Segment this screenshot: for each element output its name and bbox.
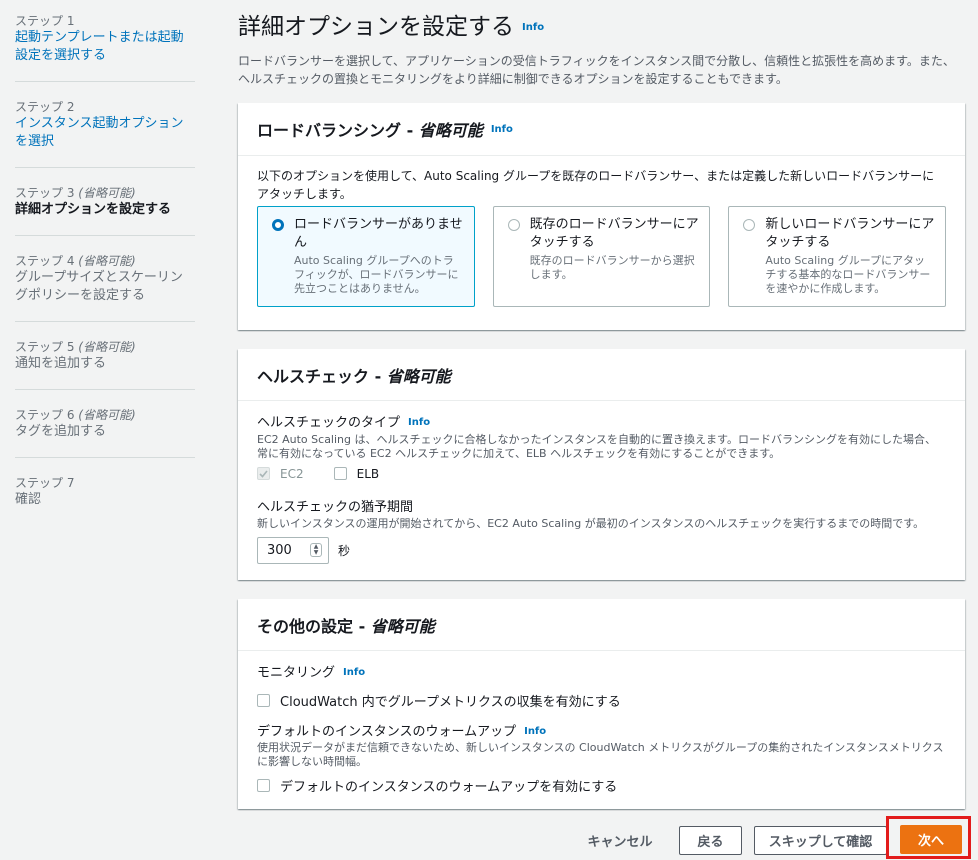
ec2-label: EC2 <box>280 466 304 481</box>
page-title-text: 詳細オプションを設定する <box>238 14 514 40</box>
monitoring-label: モニタリング Info <box>257 665 366 681</box>
option-description: Auto Scaling グループへのトラフィックが、ロードバランサーに先立つこ… <box>294 254 459 295</box>
step-number: ステップ 7 <box>15 476 75 490</box>
radio-button[interactable] <box>507 219 520 231</box>
step-6-title: タグを追加する <box>15 424 107 439</box>
cloudwatch-metrics-label: CloudWatch 内でグループメトリクスの収集を有効にする <box>280 694 621 710</box>
step-number: ステップ 2 <box>15 100 75 114</box>
step-7-title: 確認 <box>15 492 42 507</box>
step-5: ステップ 5 (省略可能) 通知を追加する <box>15 336 195 390</box>
step-6: ステップ 6 (省略可能) タグを追加する <box>15 404 195 458</box>
main-content: 詳細オプションを設定する Info ロードバランサーを選択して、アプリケーションの… <box>238 0 965 809</box>
option-description: Auto Scaling グループにアタッチする基本的なロードバランサーを速やか… <box>765 254 931 295</box>
health-check-type-description: EC2 Auto Scaling は、ヘルスチェックに合格しなかったインスタンス… <box>257 432 936 460</box>
grace-period-description: 新しいインスタンスの運用が開始されてから、EC2 Auto Scaling が最… <box>257 516 925 530</box>
option-new-load-balancer[interactable]: 新しいロードバランサーにアタッチする Auto Scaling グループにアタッ… <box>728 206 947 307</box>
step-1[interactable]: ステップ 1 起動テンプレートまたは起動設定を選択する <box>15 10 195 82</box>
step-number: ステップ 4 (省略可能) <box>15 254 136 268</box>
ec2-checkbox <box>257 467 270 480</box>
info-link[interactable]: Info <box>343 667 365 678</box>
step-2[interactable]: ステップ 2 インスタンス起動オプションを選択 <box>15 96 195 168</box>
grace-period-label: ヘルスチェックの猶予期間 <box>257 499 414 515</box>
panel-header: ロードバランシング - 省略可能 Info <box>238 103 965 156</box>
step-4: ステップ 4 (省略可能) グループサイズとスケーリングポリシーを設定する <box>15 250 195 322</box>
panel-header: その他の設定 - 省略可能 <box>238 599 965 651</box>
radio-button-selected[interactable] <box>272 219 284 231</box>
cancel-button[interactable]: キャンセル <box>579 826 661 855</box>
option-title: ロードバランサーがありません <box>294 217 463 250</box>
info-link[interactable]: Info <box>522 22 544 33</box>
step-1-link[interactable]: 起動テンプレートまたは起動設定を選択する <box>15 29 195 65</box>
warmup-checkbox[interactable] <box>257 779 270 792</box>
info-link[interactable]: Info <box>491 124 513 135</box>
skip-to-review-button[interactable]: スキップして確認 <box>754 826 887 855</box>
step-5-title: 通知を追加する <box>15 356 107 371</box>
load-balancing-description: 以下のオプションを使用して、Auto Scaling グループを既存のロードバラ… <box>257 169 935 201</box>
option-existing-load-balancer[interactable]: 既存のロードバランサーにアタッチする 既存のロードバランサーから選択します。 <box>492 206 711 307</box>
warmup-checkbox-row: デフォルトのインスタンスのウォームアップを有効にする <box>257 776 946 795</box>
load-balancing-panel: ロードバランシング - 省略可能 Info 以下のオプションを使用して、Auto… <box>238 103 965 330</box>
radio-button[interactable] <box>743 219 756 231</box>
elb-label: ELB <box>356 466 380 481</box>
warmup-checkbox-label: デフォルトのインスタンスのウォームアップを有効にする <box>280 780 618 795</box>
cloudwatch-checkbox-row: CloudWatch 内でグループメトリクスの収集を有効にする <box>257 691 946 710</box>
step-2-link[interactable]: インスタンス起動オプションを選択 <box>15 115 195 151</box>
elb-checkbox[interactable] <box>333 467 347 480</box>
grace-period-input[interactable]: 300 ▲ ▼ <box>257 536 329 564</box>
panel-title: その他の設定 - 省略可能 <box>257 616 435 636</box>
elb-checkbox-row: ELB <box>333 466 380 481</box>
info-link[interactable]: Info <box>524 726 546 737</box>
info-link[interactable]: Info <box>408 417 430 428</box>
step-number: ステップ 6 (省略可能) <box>15 408 136 422</box>
option-no-load-balancer[interactable]: ロードバランサーがありません Auto Scaling グループへのトラフィック… <box>257 206 475 307</box>
check-icon <box>259 469 268 478</box>
panel-title: ロードバランシング - 省略可能 <box>257 121 483 140</box>
step-number: ステップ 1 <box>15 14 75 28</box>
option-title: 新しいロードバランサーにアタッチする <box>765 217 935 250</box>
page-title: 詳細オプションを設定する Info <box>238 13 965 42</box>
option-title: 既存のロードバランサーにアタッチする <box>529 217 699 250</box>
grace-period-unit: 秒 <box>338 543 351 558</box>
panel-header: ヘルスチェック - 省略可能 <box>238 349 965 401</box>
cloudwatch-metrics-checkbox[interactable] <box>257 693 270 707</box>
warmup-description: 使用状況データがまだ信頼できないため、新しいインスタンスの CloudWatch… <box>257 741 944 768</box>
health-check-panel: ヘルスチェック - 省略可能 ヘルスチェックのタイプ Info EC2 Auto … <box>238 349 965 580</box>
health-check-type-label: ヘルスチェックのタイプ Info <box>257 415 431 431</box>
back-button[interactable]: 戻る <box>679 826 742 855</box>
wizard-steps-nav: ステップ 1 起動テンプレートまたは起動設定を選択する ステップ 2 インスタン… <box>0 0 210 860</box>
step-number: ステップ 3 (省略可能) <box>15 186 136 200</box>
step-number: ステップ 5 (省略可能) <box>15 340 136 354</box>
page-description: ロードバランサーを選択して、アプリケーションの受信トラフィックをインスタンス間で… <box>238 53 955 86</box>
ec2-checkbox-row: EC2 <box>257 467 304 481</box>
step-4-title: グループサイズとスケーリングポリシーを設定する <box>15 270 183 303</box>
step-3-current: 詳細オプションを設定する <box>15 202 172 217</box>
next-button[interactable]: 次へ <box>900 825 962 854</box>
warmup-label: デフォルトのインスタンスのウォームアップ Info <box>257 724 547 739</box>
panel-title: ヘルスチェック - 省略可能 <box>257 366 451 386</box>
other-settings-panel: その他の設定 - 省略可能 モニタリング Info CloudWatch 内でグル… <box>238 599 965 809</box>
option-description: 既存のロードバランサーから選択します。 <box>529 254 695 281</box>
step-7: ステップ 7 確認 <box>15 472 195 525</box>
step-3: ステップ 3 (省略可能) 詳細オプションを設定する <box>15 182 195 236</box>
grace-period-value[interactable]: 300 <box>267 543 292 558</box>
spinner-icon[interactable]: ▲ ▼ <box>310 543 322 557</box>
load-balancer-options: ロードバランサーがありません Auto Scaling グループへのトラフィック… <box>257 206 947 307</box>
